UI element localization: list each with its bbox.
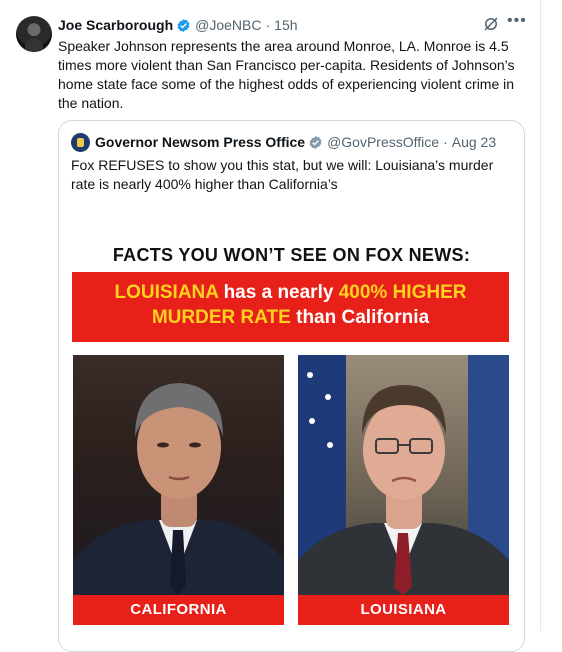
quoted-timestamp[interactable]: Aug 23 <box>452 134 496 150</box>
separator-dot: · <box>443 134 448 150</box>
author-name[interactable]: Joe Scarborough <box>58 17 173 33</box>
quoted-avatar <box>71 132 90 152</box>
banner-text: than California <box>290 307 430 328</box>
banner-line-1: LOUISIANA has a nearly 400% HIGHER <box>72 282 509 304</box>
attached-image[interactable]: FACTS YOU WON’T SEE ON FOX NEWS: LOUISIA… <box>59 229 524 651</box>
quoted-tweet-text: Fox REFUSES to show you this stat, but w… <box>71 157 494 192</box>
banner-text: has a nearly <box>218 282 339 303</box>
tweet-text: Speaker Johnson represents the area arou… <box>58 38 515 111</box>
grok-icon[interactable] <box>482 15 500 33</box>
portrait-photo-right <box>298 355 509 595</box>
avatar[interactable] <box>16 16 52 52</box>
tweet-timestamp[interactable]: 15h <box>274 17 297 33</box>
banner-highlight: LOUISIANA <box>114 282 219 303</box>
tweet-header: Joe Scarborough @JoeNBC · 15h <box>58 16 298 34</box>
graphic-headline: FACTS YOU WON’T SEE ON FOX NEWS: <box>112 245 471 265</box>
verified-badge-icon <box>177 18 190 32</box>
portrait-left-illustration <box>73 383 284 595</box>
timeline-border <box>540 0 541 631</box>
banner-highlight: 400% HIGHER <box>338 282 467 303</box>
more-icon[interactable]: ••• <box>507 13 527 32</box>
portrait-photo-left <box>73 355 284 595</box>
author-handle[interactable]: @JoeNBC <box>195 17 261 33</box>
label-louisiana: LOUISIANA <box>298 595 509 625</box>
banner-highlight: MURDER RATE <box>151 307 291 328</box>
verified-badge-icon <box>309 135 322 149</box>
banner-line-2: MURDER RATE than California <box>72 307 509 329</box>
quoted-tweet[interactable]: Governor Newsom Press Office @GovPressOf… <box>58 120 525 652</box>
quoted-tweet-header: Governor Newsom Press Office @GovPressOf… <box>71 132 496 152</box>
separator-dot: · <box>265 17 271 33</box>
red-banner: LOUISIANA has a nearly 400% HIGHER MURDE… <box>72 272 509 342</box>
portrait-right-illustration <box>298 355 509 595</box>
quoted-author-name[interactable]: Governor Newsom Press Office <box>95 134 305 150</box>
quoted-author-handle[interactable]: @GovPressOffice <box>327 134 439 150</box>
label-california: CALIFORNIA <box>73 595 284 625</box>
